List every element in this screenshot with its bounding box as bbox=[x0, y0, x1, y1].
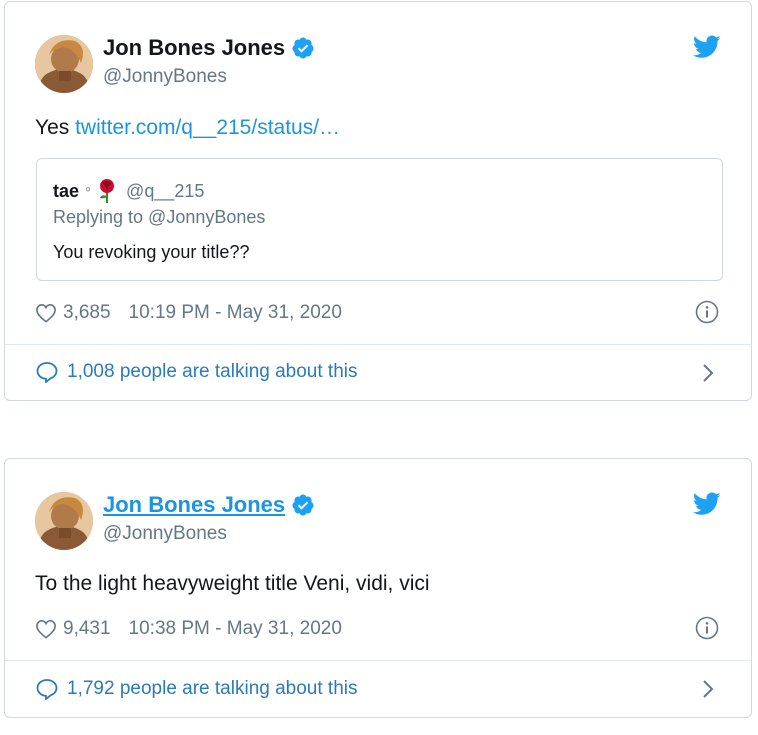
chevron-right-icon[interactable] bbox=[701, 679, 715, 699]
conversation-text: 1,792 people are talking about this bbox=[67, 678, 358, 699]
verified-badge-icon bbox=[292, 494, 314, 516]
heart-icon[interactable] bbox=[35, 619, 57, 639]
tweet-link[interactable]: twitter.com/q__215/status/… bbox=[75, 116, 340, 139]
quoted-tweet[interactable]: tae ꙳ @q__215 Replying to @JonnyBones Yo… bbox=[36, 158, 723, 281]
quote-author-row: tae ꙳ @q__215 bbox=[53, 178, 204, 204]
tweet-meta: 3,685 10:19 PM - May 31, 2020 bbox=[35, 302, 342, 324]
twitter-bird-icon[interactable] bbox=[693, 492, 721, 516]
sparkle-emoji-icon: ꙳ bbox=[85, 185, 92, 198]
avatar[interactable] bbox=[35, 492, 93, 550]
quote-author-name[interactable]: tae bbox=[53, 181, 79, 202]
author-row: Jon Bones Jones bbox=[103, 492, 315, 518]
verified-badge-icon bbox=[292, 37, 314, 59]
rose-emoji-icon bbox=[100, 179, 115, 203]
like-count[interactable]: 3,685 bbox=[63, 302, 111, 324]
divider bbox=[5, 660, 751, 661]
tweet-text: To the light heavyweight title Veni, vid… bbox=[35, 572, 430, 595]
info-icon[interactable] bbox=[695, 616, 719, 640]
author-row: Jon Bones Jones bbox=[103, 35, 315, 61]
timestamp[interactable]: 10:19 PM - May 31, 2020 bbox=[129, 302, 342, 324]
author-handle[interactable]: @JonnyBones bbox=[103, 523, 227, 545]
tweet-meta: 9,431 10:38 PM - May 31, 2020 bbox=[35, 618, 342, 640]
like-count[interactable]: 9,431 bbox=[63, 618, 111, 640]
author-name[interactable]: Jon Bones Jones bbox=[103, 35, 285, 61]
tweet-card: Jon Bones Jones @JonnyBones To the light… bbox=[4, 458, 752, 718]
speech-bubble-icon bbox=[36, 362, 58, 383]
heart-icon[interactable] bbox=[35, 303, 57, 323]
divider bbox=[5, 344, 751, 345]
conversation-link[interactable]: 1,008 people are talking about this bbox=[35, 361, 358, 383]
avatar[interactable] bbox=[35, 35, 93, 93]
chevron-right-icon[interactable] bbox=[701, 363, 715, 383]
author-handle[interactable]: @JonnyBones bbox=[103, 66, 227, 88]
quote-text: You revoking your title?? bbox=[53, 242, 250, 262]
timestamp[interactable]: 10:38 PM - May 31, 2020 bbox=[129, 618, 342, 640]
conversation-link[interactable]: 1,792 people are talking about this bbox=[35, 678, 358, 700]
info-icon[interactable] bbox=[695, 300, 719, 324]
conversation-text: 1,008 people are talking about this bbox=[67, 361, 358, 382]
speech-bubble-icon bbox=[36, 679, 58, 700]
tweet-card: Jon Bones Jones @JonnyBones Yes twitter.… bbox=[4, 1, 752, 401]
tweet-text-prefix: Yes bbox=[35, 116, 76, 139]
tweet-text: Yes twitter.com/q__215/status/… bbox=[35, 116, 340, 140]
twitter-bird-icon[interactable] bbox=[693, 35, 721, 59]
replying-to: Replying to @JonnyBones bbox=[53, 207, 266, 227]
author-name[interactable]: Jon Bones Jones bbox=[103, 492, 285, 518]
quote-author-handle[interactable]: @q__215 bbox=[126, 181, 204, 202]
